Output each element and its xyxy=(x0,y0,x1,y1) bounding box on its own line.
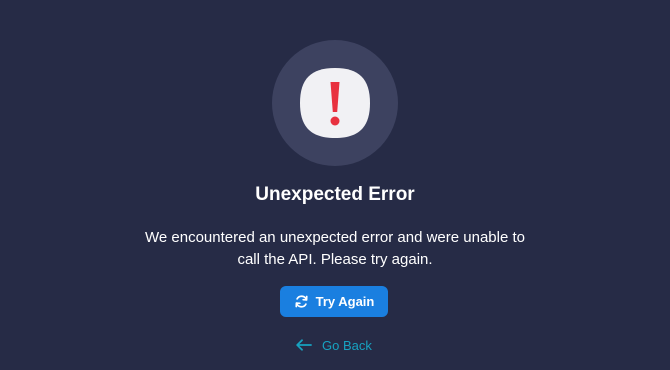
error-message: We encountered an unexpected error and w… xyxy=(145,229,525,268)
error-icon-circle xyxy=(272,40,398,166)
try-again-button[interactable]: Try Again xyxy=(280,286,388,317)
error-page: Unexpected Error We encountered an unexp… xyxy=(0,0,670,370)
refresh-icon xyxy=(295,295,308,308)
go-back-label: Go Back xyxy=(322,337,372,353)
error-title: Unexpected Error xyxy=(255,184,415,205)
try-again-label: Try Again xyxy=(315,294,375,309)
go-back-link[interactable]: Go Back xyxy=(296,335,372,355)
exclamation-icon xyxy=(300,68,370,138)
arrow-left-icon xyxy=(296,339,312,351)
